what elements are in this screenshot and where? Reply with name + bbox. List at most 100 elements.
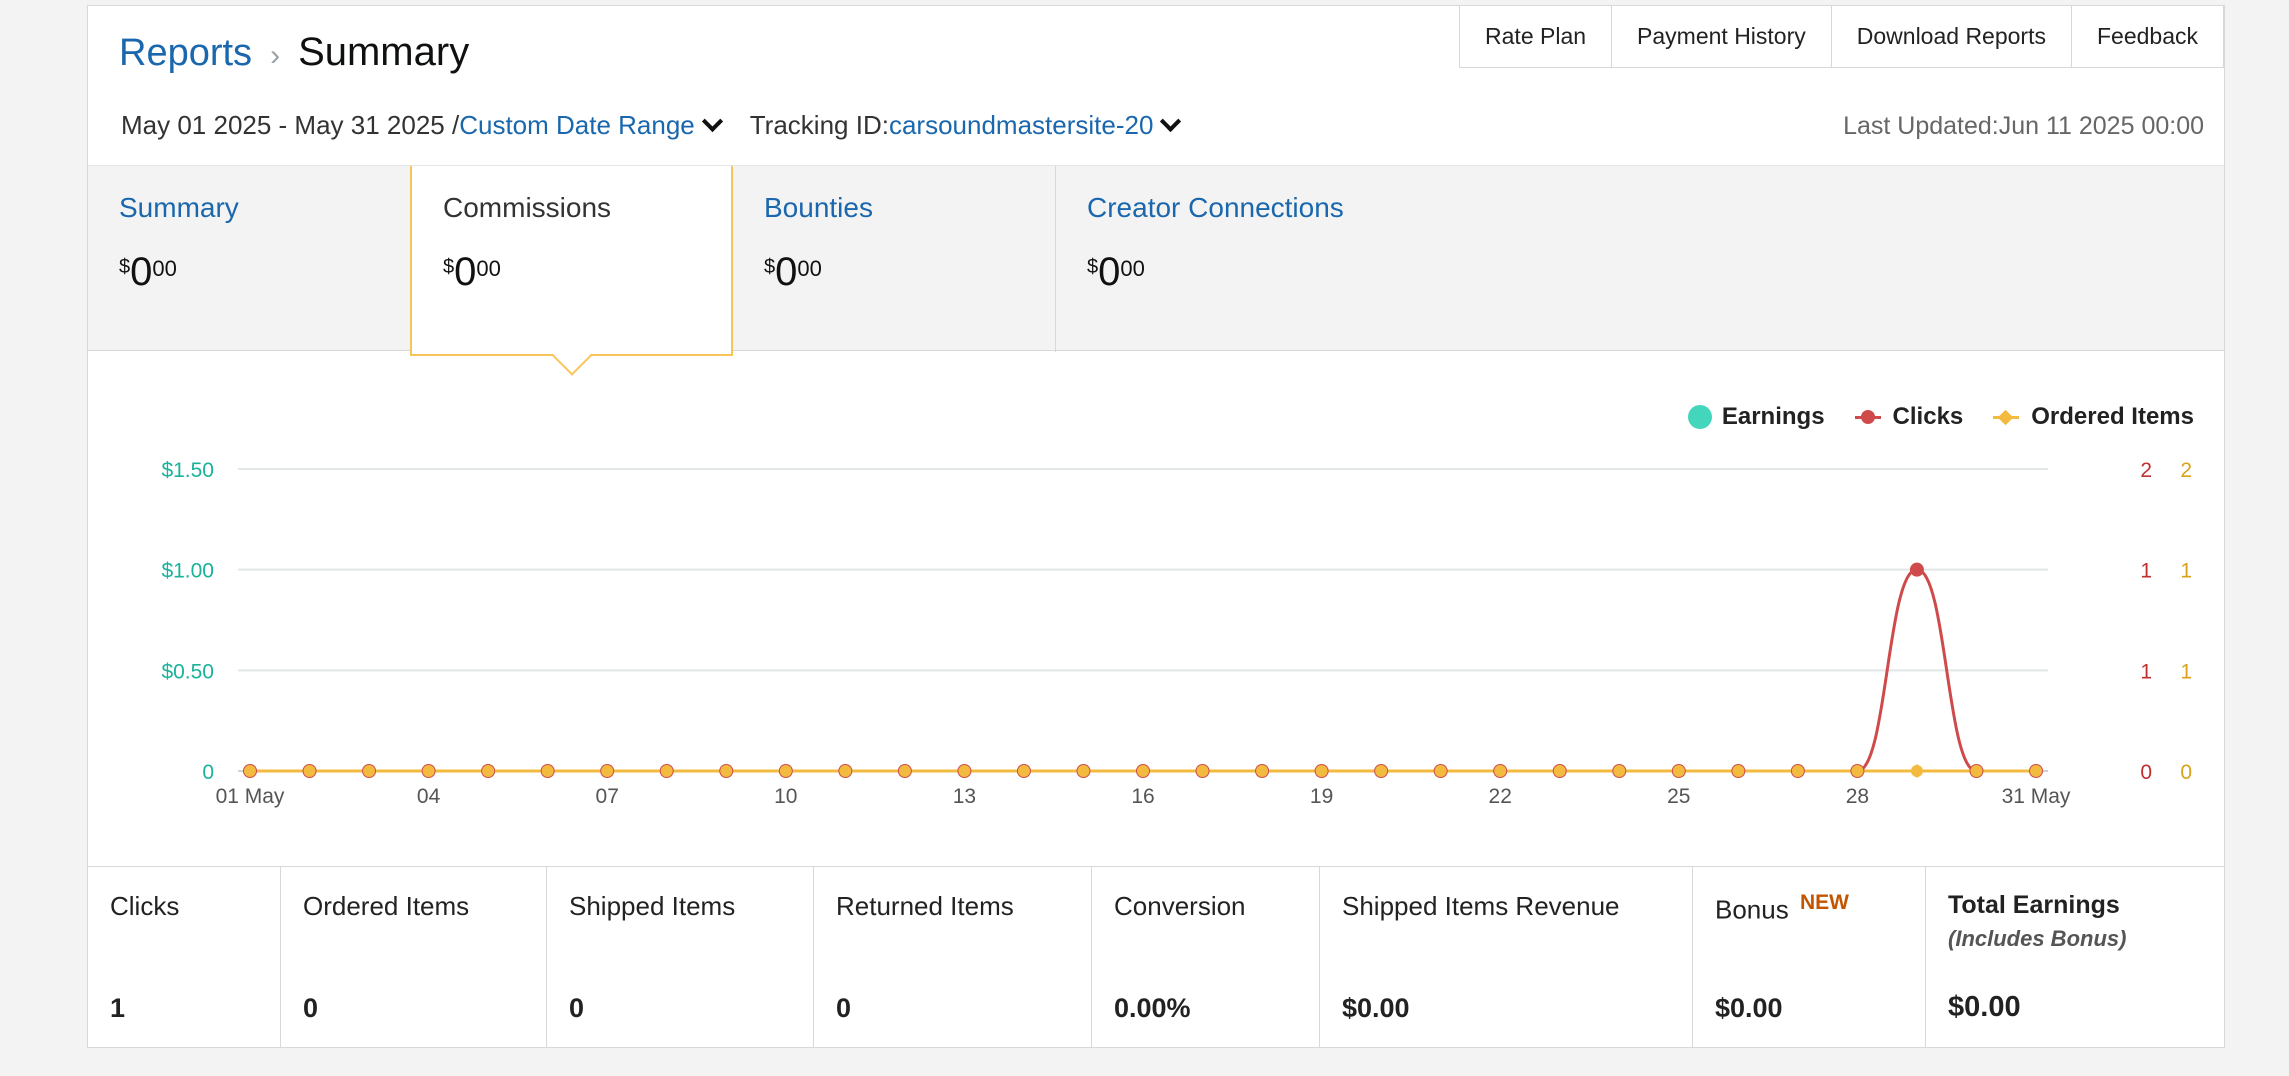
x-tick-label: 13 (953, 785, 976, 808)
download-reports-button[interactable]: Download Reports (1830, 5, 2071, 68)
tab-summary[interactable]: Summary $ 0 00 (88, 166, 410, 352)
x-tick-label: 01 May (216, 785, 285, 808)
y-left-tick-label: $1.50 (161, 459, 214, 482)
stat-bonus: Bonus NEW $0.00 (1693, 867, 1926, 1048)
amount-integer: 0 (775, 250, 798, 294)
y-right-items-tick-label: 1 (2180, 660, 2192, 683)
y-left-tick-label: $1.00 (161, 560, 214, 583)
x-tick-label: 16 (1131, 785, 1154, 808)
stat-clicks-value: 1 (110, 993, 126, 1023)
ordered-items-point (1494, 765, 1507, 777)
clicks-point (1909, 562, 1924, 577)
breadcrumb-separator-icon: › (270, 39, 281, 72)
tracking-id-link[interactable]: carsoundmastersite-20 (889, 110, 1153, 141)
stat-total-earnings: Total Earnings (Includes Bonus) $0.00 (1926, 867, 2224, 1048)
ordered-items-point (1315, 765, 1328, 777)
ordered-items-point (958, 765, 971, 777)
stat-conversion-label: Conversion (1114, 891, 1246, 921)
currency-symbol: $ (119, 256, 131, 278)
stats-row: Clicks 1 Ordered Items 0 Shipped Items 0… (88, 866, 2224, 1048)
x-tick-label: 10 (774, 785, 797, 808)
feedback-button[interactable]: Feedback (2070, 5, 2224, 68)
tab-creator-connections-amount: $ 0 00 (1087, 250, 1365, 294)
earnings-tabs: Summary $ 0 00 Commissions $ 0 00 Bounti… (88, 165, 2224, 356)
x-tick-label: 07 (596, 785, 619, 808)
legend-ordered-items[interactable]: Ordered Items (1993, 403, 2194, 431)
ordered-items-point (660, 765, 673, 777)
ordered-items-point (1434, 765, 1447, 777)
ordered-items-point (1077, 765, 1090, 777)
ordered-items-point (1672, 765, 1685, 777)
amount-decimal: 00 (797, 256, 822, 281)
amount-integer: 0 (454, 250, 477, 294)
stat-total-earnings-sublabel: (Includes Bonus) (1948, 926, 2127, 951)
ordered-items-point (244, 765, 256, 777)
amount-integer: 0 (1098, 250, 1121, 294)
x-tick-label: 22 (1489, 785, 1512, 808)
tab-commissions-label: Commissions (443, 192, 612, 223)
stat-total-earnings-value: $0.00 (1948, 991, 2021, 1023)
date-range-text: May 01 2025 - May 31 2025 / (121, 110, 460, 140)
ordered-items-point (1553, 765, 1566, 777)
ordered-items-point (1256, 765, 1269, 777)
ordered-items-point (363, 765, 376, 777)
ordered-items-point (1851, 765, 1864, 777)
tab-summary-amount: $ 0 00 (119, 250, 379, 294)
x-tick-label: 04 (417, 785, 441, 808)
payment-history-button[interactable]: Payment History (1611, 5, 1831, 68)
ordered-items-point (422, 765, 435, 777)
stat-shipped-items-revenue: Shipped Items Revenue $0.00 (1320, 867, 1693, 1048)
amount-decimal: 00 (1120, 256, 1145, 281)
ordered-items-point (1613, 765, 1626, 777)
stat-returned-items: Returned Items 0 (814, 867, 1092, 1048)
custom-date-range-link[interactable]: Custom Date Range (459, 110, 695, 141)
filter-bar: May 01 2025 - May 31 2025 / Custom Date … (121, 110, 1190, 141)
rate-plan-button[interactable]: Rate Plan (1459, 5, 1612, 68)
ordered-items-point (1970, 765, 1983, 777)
stat-shipped-items-revenue-value: $0.00 (1342, 993, 1410, 1023)
stat-clicks-label: Clicks (110, 891, 180, 921)
reports-panel: Reports › Summary Rate Plan Payment Hist… (87, 5, 2225, 1048)
tracking-id-chevron-down-icon[interactable] (1160, 110, 1182, 132)
y-left-tick-label: 0 (202, 761, 214, 784)
stat-ordered-items-value: 0 (303, 993, 319, 1023)
date-range-chevron-down-icon[interactable] (701, 110, 723, 132)
ordered-items-legend-marker-icon (1993, 409, 2020, 425)
ordered-items-point (303, 765, 316, 777)
stat-shipped-items-label: Shipped Items (569, 891, 736, 921)
ordered-items-point (541, 765, 554, 777)
ordered-items-point (898, 765, 911, 777)
stat-total-earnings-label: Total Earnings (1948, 891, 2120, 919)
ordered-items-point (1137, 765, 1149, 777)
ordered-items-point (601, 765, 614, 777)
earnings-chart: Earnings Clicks Ordered Items 0 0 0 $0.50 1 1… (88, 351, 2224, 871)
page-title: Summary (298, 30, 470, 74)
x-tick-label: 31 May (2002, 785, 2071, 808)
stat-ordered-items-label: Ordered Items (303, 891, 470, 921)
ordered-items-point (1196, 765, 1209, 777)
top-links: Rate Plan Payment History Download Repor… (1459, 5, 2224, 68)
ordered-items-point (720, 765, 733, 777)
breadcrumb: Reports › Summary (119, 30, 469, 75)
stat-shipped-items-revenue-label: Shipped Items Revenue (1342, 891, 1620, 921)
ordered-items-point (2030, 765, 2042, 777)
y-right-clicks-tick-label: 1 (2140, 660, 2152, 683)
x-tick-label: 19 (1310, 785, 1333, 808)
legend-earnings-label: Earnings (1721, 403, 1825, 430)
tab-commissions[interactable]: Commissions $ 0 00 (410, 166, 733, 356)
legend-earnings[interactable]: Earnings (1687, 403, 1825, 431)
ordered-items-point (839, 765, 852, 777)
chart-legend: Earnings Clicks Ordered Items (1658, 403, 2194, 431)
stat-bonus-label-wrap: Bonus NEW (1715, 891, 1903, 926)
ordered-items-point (1732, 765, 1745, 777)
tab-creator-connections[interactable]: Creator Connections $ 0 00 (1056, 166, 1396, 352)
legend-clicks[interactable]: Clicks (1854, 403, 1963, 431)
ordered-items-point (482, 765, 495, 777)
tab-bounties[interactable]: Bounties $ 0 00 (733, 166, 1055, 352)
x-tick-label: 28 (1846, 785, 1869, 808)
y-right-items-tick-label: 0 (2180, 761, 2192, 784)
y-right-items-tick-label: 1 (2180, 560, 2192, 583)
stat-clicks: Clicks 1 (88, 867, 281, 1048)
breadcrumb-reports-link[interactable]: Reports (119, 32, 252, 75)
earnings-legend-marker-icon (1687, 405, 1712, 429)
